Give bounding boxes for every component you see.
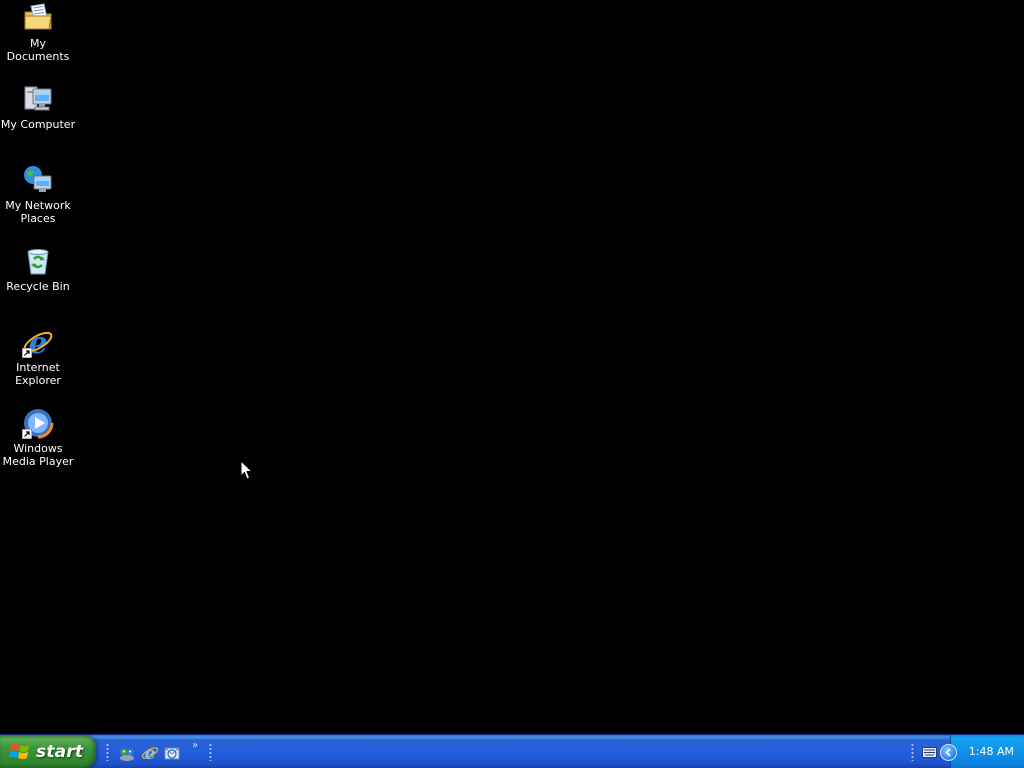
svg-text:e: e [145, 744, 156, 762]
recycle-bin-icon [22, 245, 54, 277]
shortcut-arrow-icon [22, 429, 32, 439]
desktop-icon-my-network-places[interactable]: My Network Places [0, 164, 76, 225]
desktop-icon-label: Windows Media Player [2, 442, 74, 468]
quick-launch-more-button[interactable]: » [192, 740, 198, 751]
clock[interactable]: 1:48 AM [969, 745, 1014, 758]
desktop-icon-my-computer[interactable]: My Computer [0, 83, 76, 131]
outlook-express-icon [164, 747, 180, 760]
my-computer-icon [22, 83, 54, 115]
messenger-icon [120, 748, 134, 761]
quick-launch-outlook-express[interactable] [163, 744, 181, 762]
my-documents-icon [22, 2, 54, 34]
desktop-icon-my-documents[interactable]: My Documents [0, 2, 76, 63]
desktop-icon-label: Recycle Bin [6, 280, 70, 293]
windows-logo-icon [9, 743, 29, 759]
show-hidden-icons-button[interactable] [940, 744, 957, 761]
mouse-pointer-icon [240, 460, 253, 480]
windows-media-player-icon [22, 407, 54, 439]
notification-area: 1:48 AM [950, 735, 1024, 768]
chevron-left-icon [945, 748, 951, 757]
desktop-icon-label: My Network Places [5, 199, 71, 225]
taskbar-grip[interactable] [209, 743, 212, 761]
desktop-icon-label: My Computer [0, 118, 76, 131]
quick-launch-internet-explorer[interactable]: e [141, 744, 159, 764]
internet-explorer-icon: e [22, 326, 54, 361]
taskbar-grip[interactable] [106, 743, 109, 761]
shortcut-arrow-icon [22, 348, 32, 358]
my-network-places-icon [22, 164, 54, 196]
internet-explorer-icon: e [141, 744, 159, 764]
desktop-icon-label: My Documents [6, 37, 70, 63]
start-button[interactable]: start [0, 735, 96, 768]
tray-grip[interactable] [911, 743, 914, 761]
taskbar: start e » 1:48 AM [0, 734, 1024, 768]
desktop-icon-recycle-bin[interactable]: Recycle Bin [0, 245, 76, 293]
keyboard-icon[interactable] [922, 747, 937, 758]
desktop[interactable]: My Documents My Computer My Network Plac… [0, 0, 1024, 734]
desktop-icon-windows-media-player[interactable]: Windows Media Player [0, 407, 76, 468]
start-label: start [36, 741, 84, 762]
desktop-icon-internet-explorer[interactable]: e Internet Explorer [0, 326, 76, 387]
quick-launch-messenger[interactable] [118, 744, 136, 762]
desktop-icon-label: Internet Explorer [15, 361, 61, 387]
